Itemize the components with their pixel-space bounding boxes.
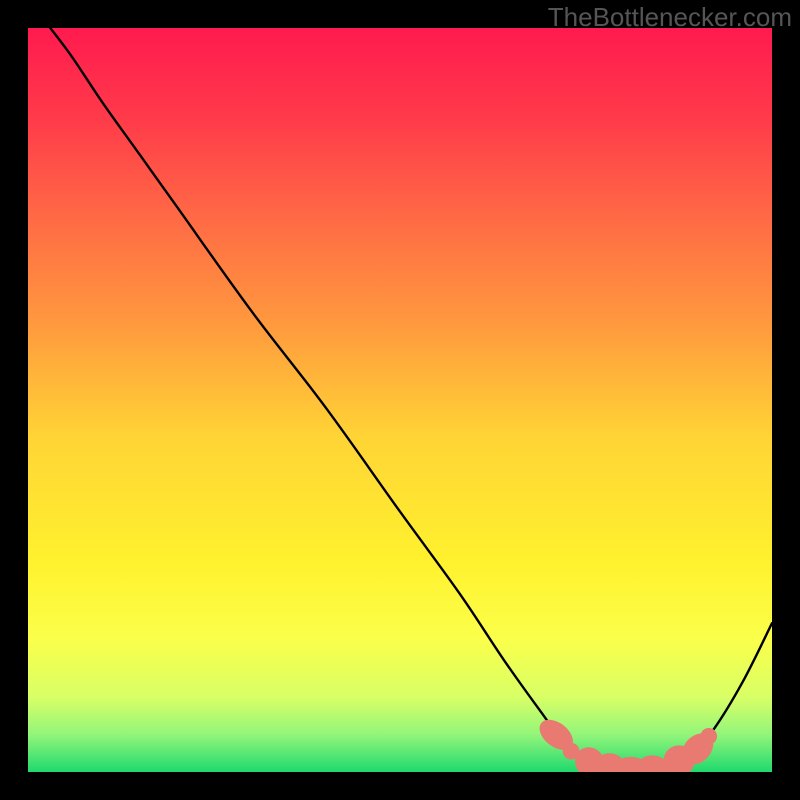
data-marker bbox=[700, 728, 717, 745]
gradient-background bbox=[28, 28, 772, 772]
plot-area bbox=[28, 28, 772, 772]
watermark-text: TheBottlenecker.com bbox=[548, 2, 792, 33]
chart-svg bbox=[28, 28, 772, 772]
chart-container: TheBottlenecker.com bbox=[0, 0, 800, 800]
